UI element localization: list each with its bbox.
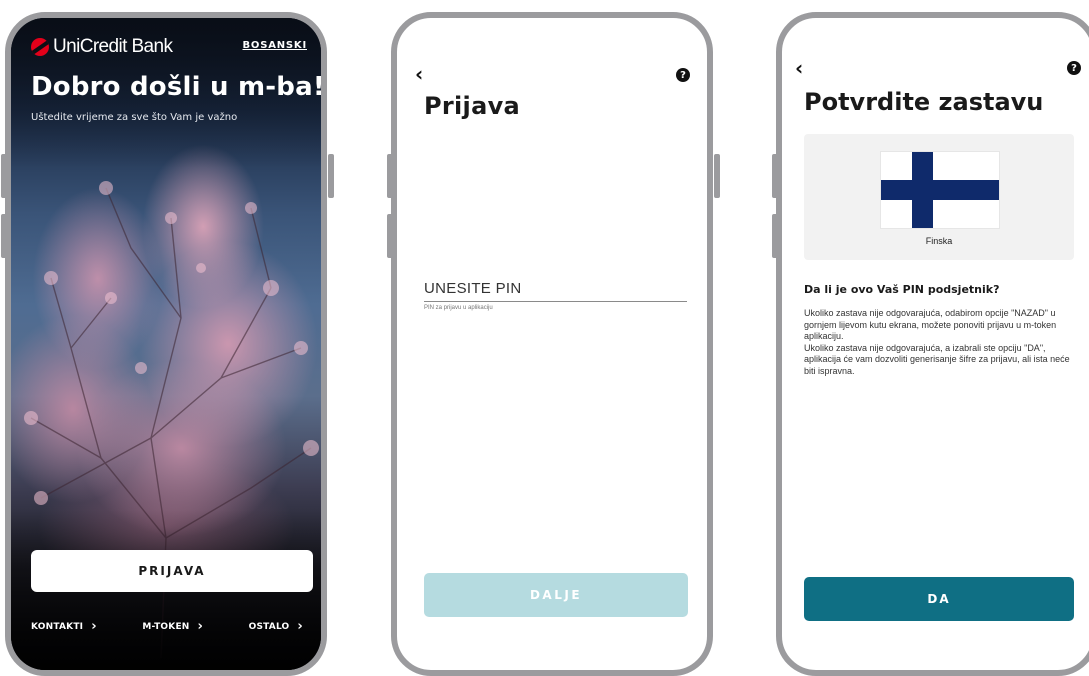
phone-login-screen: ‹ ? Prijava PIN za prijavu u aplikaciju … xyxy=(391,12,713,676)
phone-welcome-screen: UniCredit Bank BOSANSKI Dobro došli u m-… xyxy=(5,12,327,676)
welcome-subtitle: Uštedite vrijeme za sve što Vam je važno xyxy=(31,112,238,123)
link-kontakti[interactable]: KONTAKTI › xyxy=(31,619,97,634)
help-icon[interactable]: ? xyxy=(676,68,690,82)
explanation-text: Ukoliko zastava nije odgovarajuća, odabi… xyxy=(804,308,1080,377)
flag-card: Finska xyxy=(804,134,1074,260)
chevron-right-icon: › xyxy=(297,619,303,634)
link-ostalo[interactable]: OSTALO › xyxy=(249,619,303,634)
flag-cross-horizontal xyxy=(881,180,999,200)
link-label: KONTAKTI xyxy=(31,621,84,632)
link-label: M-TOKEN xyxy=(142,621,190,632)
confirm-yes-button[interactable]: DA xyxy=(804,577,1074,621)
phone2-side-button-3 xyxy=(714,154,720,198)
login-button[interactable]: PRIJAVA xyxy=(31,550,313,592)
phone-confirm-flag-screen: ‹ ? Potvrdite zastavu Finska Da li je ov… xyxy=(776,12,1089,676)
link-m-token[interactable]: M-TOKEN › xyxy=(142,619,203,634)
pin-input[interactable] xyxy=(424,278,687,302)
flag-name: Finska xyxy=(925,236,953,246)
phone1-side-button-3 xyxy=(328,154,334,198)
chevron-right-icon: › xyxy=(91,619,97,634)
back-chevron-icon[interactable]: ‹ xyxy=(795,56,803,80)
back-chevron-icon[interactable]: ‹ xyxy=(415,62,423,86)
unicredit-mark-icon xyxy=(31,38,49,56)
next-button[interactable]: DALJE xyxy=(424,573,688,617)
unicredit-logo: UniCredit Bank xyxy=(31,36,173,58)
page-title: Prijava xyxy=(424,92,521,120)
welcome-title: Dobro došli u m-ba! xyxy=(31,72,325,102)
pin-reminder-question: Da li je ovo Vaš PIN podsjetnik? xyxy=(804,283,1000,296)
help-icon[interactable]: ? xyxy=(1067,61,1081,75)
bottom-links: KONTAKTI › M-TOKEN › OSTALO › xyxy=(31,619,303,634)
link-label: OSTALO xyxy=(248,621,290,632)
brand-name: UniCredit Bank xyxy=(53,36,173,57)
pin-hint: PIN za prijavu u aplikaciju xyxy=(424,305,493,311)
language-switch-link[interactable]: BOSANSKI xyxy=(242,40,307,51)
chevron-right-icon: › xyxy=(197,619,204,634)
explanation-paragraph-1: Ukoliko zastava nije odgovarajuća, odabi… xyxy=(804,308,1057,341)
explanation-paragraph-2: Ukoliko zastava nije odgovarajuća, a iza… xyxy=(804,342,1070,376)
page-title: Potvrdite zastavu xyxy=(804,88,1044,116)
finland-flag xyxy=(881,152,999,228)
